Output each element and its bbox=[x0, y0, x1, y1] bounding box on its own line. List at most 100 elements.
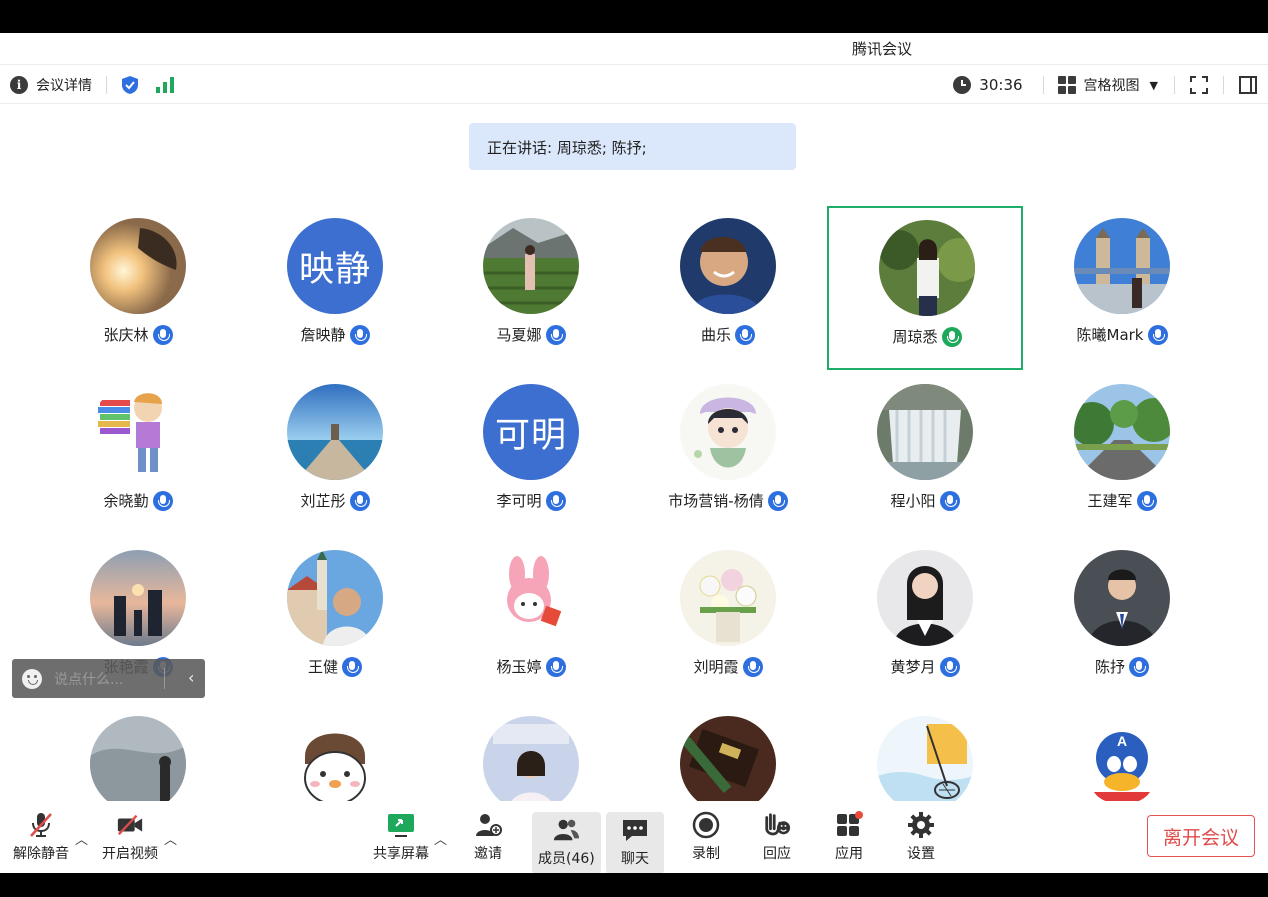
mic-muted-icon bbox=[27, 811, 55, 839]
info-icon[interactable]: i bbox=[10, 76, 28, 94]
participant-tile[interactable]: 周琼悉 bbox=[827, 206, 1023, 370]
shield-icon[interactable] bbox=[121, 75, 139, 95]
mic-status-icon bbox=[342, 656, 362, 677]
participant-tile[interactable]: 陈曦Mark bbox=[1024, 206, 1220, 370]
mic-status-icon bbox=[1136, 490, 1157, 511]
unmute-button[interactable]: 解除静音 bbox=[13, 811, 69, 863]
chevron-down-icon[interactable]: ▼ bbox=[1150, 79, 1158, 92]
add-person-icon bbox=[474, 811, 502, 839]
reactions-button[interactable]: 回应 bbox=[763, 811, 791, 863]
audio-options-chevron-icon[interactable]: ︿ bbox=[75, 829, 88, 848]
grid-view-icon[interactable] bbox=[1057, 76, 1076, 94]
participant-name: 杨玉婷 bbox=[496, 658, 542, 676]
participant-tile[interactable]: 黄梦月 bbox=[827, 538, 1023, 702]
chat-bubble-icon bbox=[621, 816, 649, 844]
mic-status-icon bbox=[742, 656, 763, 677]
chat-input-placeholder[interactable]: 说点什么... bbox=[54, 669, 123, 689]
participant-tile[interactable]: 刘芷彤 bbox=[237, 372, 433, 536]
participant-tile[interactable]: 市场营销-杨倩 bbox=[630, 372, 826, 536]
participant-name: 李可明 bbox=[496, 492, 542, 510]
participant-tile[interactable]: 刘明霞 bbox=[630, 538, 826, 702]
chat-button[interactable]: 聊天 bbox=[606, 812, 664, 873]
participant-name: 程小阳 bbox=[890, 492, 936, 510]
unmute-label: 解除静音 bbox=[13, 846, 69, 862]
invite-button[interactable]: 邀请 bbox=[474, 811, 502, 863]
mic-status-icon bbox=[735, 324, 755, 345]
participant-name: 刘明霞 bbox=[693, 658, 739, 676]
avatar bbox=[680, 218, 776, 314]
avatar bbox=[483, 218, 579, 314]
participant-name: 马夏娜 bbox=[496, 326, 542, 344]
chat-label: 聊天 bbox=[621, 851, 649, 867]
top-toolbar-left: i 会议详情 bbox=[10, 66, 175, 104]
participant-name-row: 陈曦Mark bbox=[1024, 324, 1220, 345]
share-screen-button[interactable]: 共享屏幕 bbox=[373, 811, 429, 863]
raise-hand-icon bbox=[763, 811, 791, 839]
signal-strength-icon[interactable] bbox=[155, 77, 175, 93]
mic-status-icon bbox=[1147, 324, 1168, 345]
apps-grid-icon bbox=[835, 811, 863, 839]
participant-tile[interactable]: 张庆林 bbox=[40, 206, 236, 370]
emoji-icon[interactable] bbox=[22, 668, 42, 689]
participant-name-row: 马夏娜 bbox=[433, 324, 629, 345]
start-video-label: 开启视频 bbox=[102, 846, 158, 862]
members-label: 成员(46) bbox=[538, 851, 595, 867]
participant-name-row: 詹映静 bbox=[237, 324, 433, 345]
meeting-details-button[interactable]: 会议详情 bbox=[36, 75, 92, 95]
leave-meeting-button[interactable]: 离开会议 bbox=[1147, 815, 1255, 857]
record-label: 录制 bbox=[692, 846, 720, 862]
apps-button[interactable]: 应用 bbox=[835, 811, 863, 863]
window-title: 腾讯会议 bbox=[851, 40, 912, 58]
avatar bbox=[90, 218, 186, 314]
participant-name: 王健 bbox=[307, 658, 338, 676]
participant-tile[interactable]: 王健 bbox=[237, 538, 433, 702]
participant-name-row: 陈抒 bbox=[1024, 656, 1220, 677]
sidebar-toggle-icon[interactable] bbox=[1238, 75, 1258, 95]
title-bar: 腾讯会议 bbox=[0, 33, 1268, 65]
participant-name-row: 李可明 bbox=[433, 490, 629, 511]
mic-status-icon bbox=[939, 656, 960, 677]
avatar bbox=[879, 220, 975, 316]
participant-name-row: 王建军 bbox=[1024, 490, 1220, 511]
view-mode-selector[interactable]: 宫格视图 bbox=[1084, 75, 1140, 95]
active-speakers-banner: 正在讲话: 周琼悉; 陈抒; bbox=[469, 123, 796, 170]
video-options-chevron-icon[interactable]: ︿ bbox=[164, 829, 177, 848]
avatar bbox=[90, 384, 186, 480]
share-screen-icon bbox=[387, 811, 415, 839]
divider bbox=[1223, 76, 1224, 94]
participant-tile[interactable]: 马夏娜 bbox=[433, 206, 629, 370]
mic-status-icon bbox=[349, 324, 370, 345]
settings-button[interactable]: 设置 bbox=[907, 811, 935, 863]
participant-name: 刘芷彤 bbox=[300, 492, 346, 510]
apps-label: 应用 bbox=[835, 846, 863, 862]
record-button[interactable]: 录制 bbox=[692, 811, 720, 863]
participant-name-row: 黄梦月 bbox=[827, 656, 1023, 677]
participant-tile[interactable]: 程小阳 bbox=[827, 372, 1023, 536]
top-toolbar-right: 30:36 宫格视图 ▼ bbox=[953, 66, 1258, 104]
avatar bbox=[287, 384, 383, 480]
fullscreen-icon[interactable] bbox=[1189, 75, 1209, 95]
members-button[interactable]: 成员(46) bbox=[532, 812, 601, 873]
avatar bbox=[287, 550, 383, 646]
chat-input-pill[interactable]: 说点什么... ‹ bbox=[12, 659, 205, 698]
avatar: 映静 bbox=[287, 218, 383, 314]
participant-name: 王建军 bbox=[1087, 492, 1133, 510]
participant-tile[interactable]: 陈抒 bbox=[1024, 538, 1220, 702]
participant-tile[interactable]: 杨玉婷 bbox=[433, 538, 629, 702]
members-icon bbox=[552, 816, 580, 844]
divider bbox=[164, 668, 165, 689]
participant-tile[interactable]: 余晓勤 bbox=[40, 372, 236, 536]
participant-name: 陈曦Mark bbox=[1076, 326, 1144, 344]
participant-tile[interactable]: 映静 詹映静 bbox=[237, 206, 433, 370]
record-icon bbox=[692, 811, 720, 839]
mic-status-icon bbox=[545, 324, 566, 345]
participant-name-row: 刘芷彤 bbox=[237, 490, 433, 511]
collapse-chevron-icon[interactable]: ‹ bbox=[188, 668, 194, 687]
participant-tile[interactable]: 可明 李可明 bbox=[433, 372, 629, 536]
share-options-chevron-icon[interactable]: ︿ bbox=[434, 829, 447, 848]
mic-status-icon bbox=[152, 490, 173, 511]
participant-tile[interactable]: 王建军 bbox=[1024, 372, 1220, 536]
participant-tile[interactable]: 曲乐 bbox=[630, 206, 826, 370]
mic-status-icon bbox=[545, 656, 566, 677]
start-video-button[interactable]: 开启视频 bbox=[102, 811, 158, 863]
